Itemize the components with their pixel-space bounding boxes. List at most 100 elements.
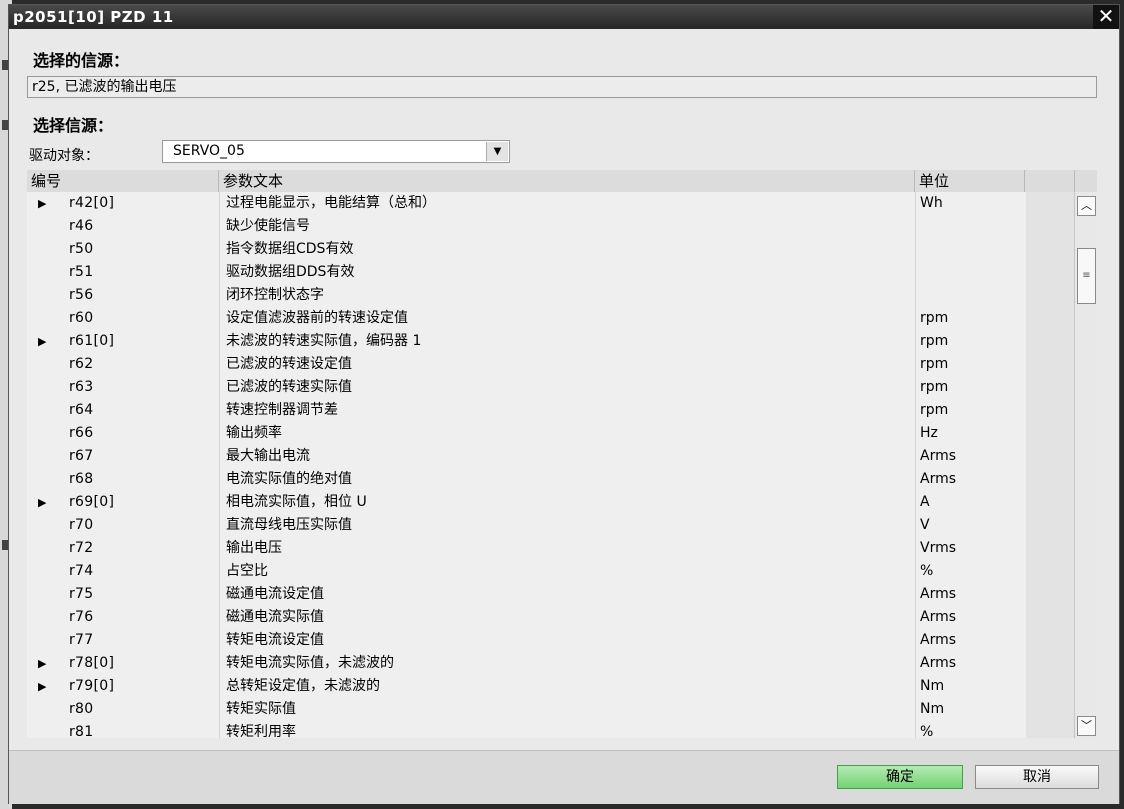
parameter-text: 最大输出电流 [226, 448, 310, 464]
parameter-unit: rpm [920, 356, 949, 372]
parameter-text: 已滤波的转速实际值 [226, 379, 352, 395]
table-row[interactable]: ▶ r61[0] 未滤波的转速实际值，编码器 1 rpm [27, 330, 1067, 353]
table-row[interactable]: r63 已滤波的转速实际值 rpm [27, 376, 1067, 399]
vertical-scrollbar[interactable]: ︿ ≡ ﹀ [1074, 192, 1097, 738]
table-row[interactable]: r80 转矩实际值 Nm [27, 698, 1067, 721]
parameter-text: 过程电能显示，电能结算（总和） [226, 195, 436, 211]
expand-arrow-icon[interactable]: ▶ [38, 491, 46, 514]
parameter-table: 编号 参数文本 单位 ▶ r42[0] 过程电能显示，电能结算（总和） Wh r46 缺少… [27, 170, 1097, 738]
table-row[interactable]: r75 磁通电流设定值 Arms [27, 583, 1067, 606]
column-header-text[interactable]: 参数文本 [219, 170, 915, 192]
table-row[interactable]: r66 输出频率 Hz [27, 422, 1067, 445]
parameter-unit: Arms [920, 471, 957, 487]
table-row[interactable]: r70 直流母线电压实际值 V [27, 514, 1067, 537]
column-header-number[interactable]: 编号 [27, 170, 219, 192]
table-header: 编号 参数文本 单位 [27, 170, 1097, 192]
select-signal-source-dialog: p2051[10] PZD 11 ✕ 选择的信源： r25, 已滤波的输出电压 … [8, 4, 1120, 804]
drive-object-label: 驱动对象： [29, 148, 99, 164]
parameter-unit: rpm [920, 402, 949, 418]
dialog-titlebar: p2051[10] PZD 11 ✕ [9, 5, 1119, 29]
parameter-number: r77 [69, 632, 94, 648]
expand-arrow-icon[interactable]: ▶ [38, 192, 46, 215]
parameter-unit: Arms [920, 448, 957, 464]
parameter-number: r76 [69, 609, 94, 625]
parameter-text: 转矩电流设定值 [226, 632, 324, 648]
parameter-unit: Wh [920, 195, 943, 211]
expand-arrow-icon[interactable]: ▶ [38, 675, 46, 698]
drive-object-value: SERVO_05 [173, 143, 245, 159]
table-row[interactable]: r68 电流实际值的绝对值 Arms [27, 468, 1067, 491]
parameter-text: 占空比 [226, 563, 268, 579]
parameter-number: r42[0] [69, 195, 115, 211]
selected-source-label: 选择的信源： [33, 51, 130, 70]
parameter-unit: rpm [920, 379, 949, 395]
table-row[interactable]: ▶ r78[0] 转矩电流实际值，未滤波的 Arms [27, 652, 1067, 675]
expand-arrow-icon[interactable]: ▶ [38, 652, 46, 675]
parameter-text: 直流母线电压实际值 [226, 517, 352, 533]
expand-arrow-icon[interactable]: ▶ [38, 330, 46, 353]
table-row[interactable]: r76 磁通电流实际值 Arms [27, 606, 1067, 629]
dropdown-arrow-icon[interactable]: ▼ [486, 142, 508, 161]
parameter-text: 总转矩设定值，未滤波的 [226, 678, 380, 694]
parameter-text: 输出电压 [226, 540, 282, 556]
scroll-down-button[interactable]: ﹀ [1077, 716, 1096, 736]
cancel-button[interactable]: 取消 [975, 765, 1099, 789]
table-row[interactable]: r67 最大输出电流 Arms [27, 445, 1067, 468]
parameter-text: 输出频率 [226, 425, 282, 441]
parameter-number: r68 [69, 471, 94, 487]
parameter-text: 相电流实际值，相位 U [226, 494, 367, 510]
close-button[interactable]: ✕ [1093, 5, 1119, 29]
parameter-number: r56 [69, 287, 94, 303]
table-row[interactable]: r62 已滤波的转速设定值 rpm [27, 353, 1067, 376]
column-header-unit[interactable]: 单位 [915, 170, 1025, 192]
parameter-unit: rpm [920, 333, 949, 349]
parameter-unit: % [920, 724, 934, 738]
table-row[interactable]: ▶ r79[0] 总转矩设定值，未滤波的 Nm [27, 675, 1067, 698]
parameter-text: 转矩电流实际值，未滤波的 [226, 655, 394, 671]
parameter-text: 驱动数据组DDS有效 [226, 264, 355, 280]
table-row[interactable]: ▶ r42[0] 过程电能显示，电能结算（总和） Wh [27, 192, 1067, 215]
table-row[interactable]: r64 转速控制器调节差 rpm [27, 399, 1067, 422]
parameter-unit: % [920, 563, 934, 579]
scroll-thumb[interactable]: ≡ [1077, 248, 1096, 304]
dialog-footer: 确定 取消 [9, 750, 1119, 804]
parameter-text: 转速控制器调节差 [226, 402, 338, 418]
table-row[interactable]: r51 驱动数据组DDS有效 [27, 261, 1067, 284]
parameter-number: r74 [69, 563, 94, 579]
parameter-number: r72 [69, 540, 94, 556]
parameter-unit: Hz [920, 425, 938, 441]
parameter-unit: Vrms [920, 540, 957, 556]
parameter-number: r80 [69, 701, 94, 717]
scroll-up-button[interactable]: ︿ [1077, 196, 1096, 216]
parameter-number: r79[0] [69, 678, 115, 694]
parameter-text: 转矩利用率 [226, 724, 296, 738]
parameter-number: r63 [69, 379, 94, 395]
parameter-number: r64 [69, 402, 94, 418]
parameter-text: 设定值滤波器前的转速设定值 [226, 310, 408, 326]
parameter-unit: V [920, 517, 930, 533]
parameter-number: r51 [69, 264, 94, 280]
parameter-number: r66 [69, 425, 94, 441]
table-row[interactable]: r46 缺少使能信号 [27, 215, 1067, 238]
dialog-title: p2051[10] PZD 11 [13, 8, 174, 26]
table-body: ▶ r42[0] 过程电能显示，电能结算（总和） Wh r46 缺少使能信号 r50 指令数据… [27, 192, 1067, 738]
table-row[interactable]: r50 指令数据组CDS有效 [27, 238, 1067, 261]
column-header-extra [1025, 170, 1075, 192]
table-row[interactable]: r77 转矩电流设定值 Arms [27, 629, 1067, 652]
ok-button[interactable]: 确定 [837, 765, 963, 789]
parameter-text: 电流实际值的绝对值 [226, 471, 352, 487]
table-row[interactable]: r60 设定值滤波器前的转速设定值 rpm [27, 307, 1067, 330]
table-row[interactable]: r56 闭环控制状态字 [27, 284, 1067, 307]
parameter-number: r69[0] [69, 494, 115, 510]
table-row[interactable]: r72 输出电压 Vrms [27, 537, 1067, 560]
table-row[interactable]: r81 转矩利用率% [27, 721, 1067, 738]
parameter-unit: A [920, 494, 930, 510]
drive-object-dropdown[interactable]: SERVO_05 ▼ [162, 140, 510, 163]
table-row[interactable]: r74 占空比% [27, 560, 1067, 583]
table-row[interactable]: ▶ r69[0] 相电流实际值，相位 U A [27, 491, 1067, 514]
parameter-text: 磁通电流设定值 [226, 586, 324, 602]
parameter-number: r46 [69, 218, 94, 234]
parameter-number: r61[0] [69, 333, 115, 349]
parameter-unit: Arms [920, 609, 957, 625]
parameter-text: 指令数据组CDS有效 [226, 241, 354, 257]
